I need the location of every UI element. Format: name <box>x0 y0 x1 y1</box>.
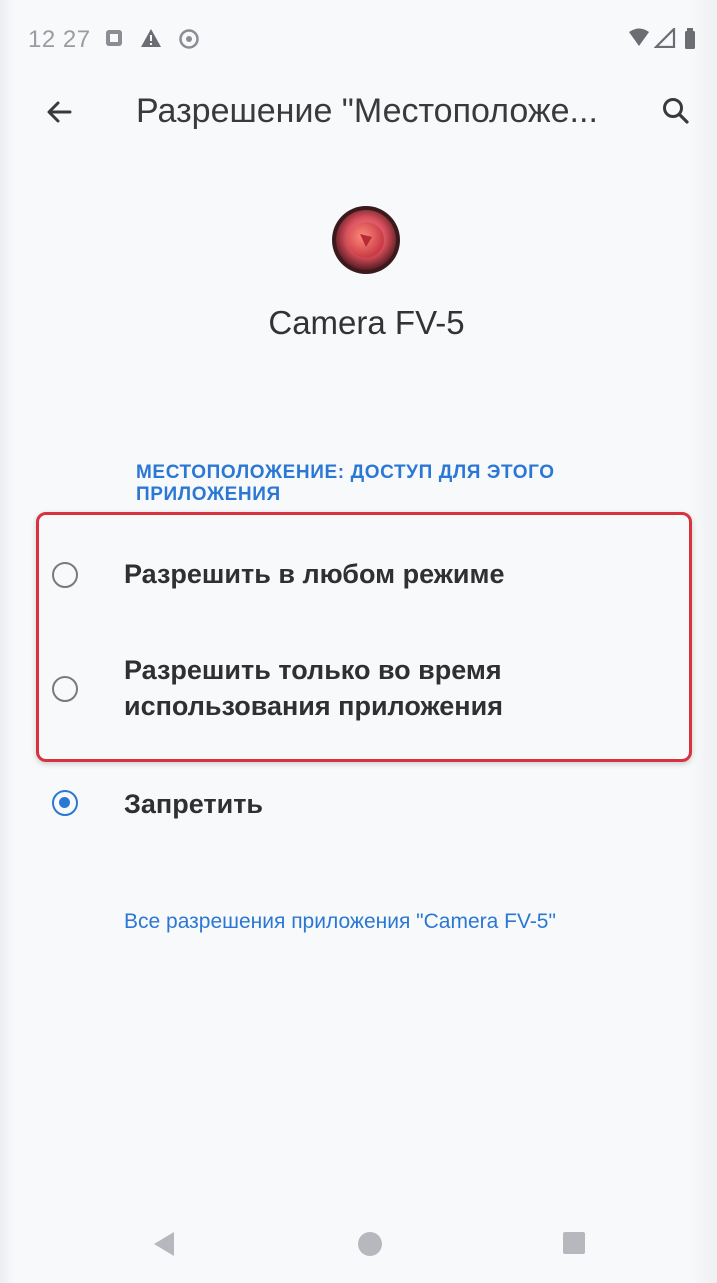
radio-option-allow-while-in-use[interactable]: Разрешить только во время использования … <box>0 652 717 732</box>
status-bar: 12 27 <box>0 14 717 66</box>
sync-icon <box>178 28 200 55</box>
toolbar: Разрешение "Местоположе... <box>0 66 717 156</box>
option-label: Запретить <box>124 789 264 819</box>
camera-lens-icon <box>330 204 402 276</box>
arrow-left-icon <box>47 101 72 123</box>
section-header: МЕСТОПОЛОЖЕНИЕ: ДОСТУП ДЛЯ ЭТОГО ПРИЛОЖЕ… <box>136 462 555 505</box>
page-title: Разрешение "Местоположе... <box>136 92 598 130</box>
status-time: 12 27 <box>28 26 91 53</box>
radio-option-deny[interactable]: Запретить <box>0 786 717 826</box>
signal-icon <box>653 26 676 53</box>
battery-icon <box>684 28 696 55</box>
radio-button-selected[interactable] <box>52 790 78 816</box>
notification-icon <box>104 28 124 53</box>
option-label: Разрешить только во время использования … <box>124 655 503 721</box>
back-button[interactable] <box>36 88 84 136</box>
nav-recents-icon[interactable] <box>563 1232 585 1254</box>
radio-button[interactable] <box>52 562 78 588</box>
option-label: Разрешить в любом режиме <box>124 559 505 589</box>
navigation-bar <box>0 1210 717 1270</box>
search-button[interactable] <box>652 88 700 136</box>
app-name: Camera FV-5 <box>268 304 465 341</box>
warning-icon <box>140 28 162 53</box>
radio-button[interactable] <box>52 676 78 702</box>
nav-back-icon[interactable] <box>150 1230 178 1263</box>
nav-home-icon[interactable] <box>358 1232 382 1256</box>
search-icon <box>663 98 689 124</box>
all-permissions-link[interactable]: Все разрешения приложения "Camera FV-5" <box>124 908 584 936</box>
screen: 12 27 Разрешение "Местоположе... Camera … <box>0 0 717 1283</box>
wifi-icon <box>628 28 650 53</box>
radio-option-allow-always[interactable]: Разрешить в любом режиме <box>0 556 717 596</box>
